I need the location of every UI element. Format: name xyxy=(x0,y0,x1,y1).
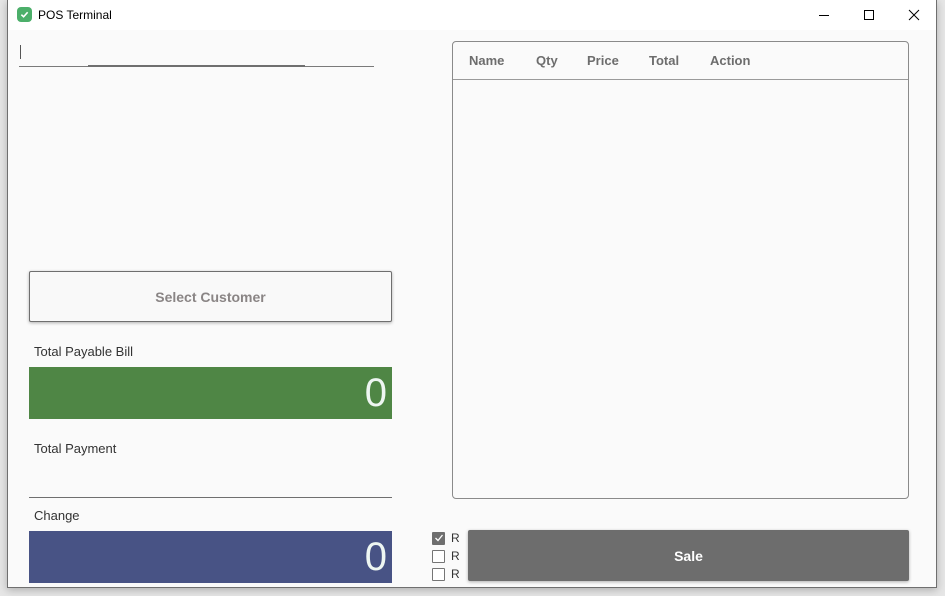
column-header-price[interactable]: Price xyxy=(587,53,619,68)
select-customer-button[interactable]: Select Customer xyxy=(29,271,392,322)
cart-table-body xyxy=(453,80,908,498)
column-header-total[interactable]: Total xyxy=(649,53,679,68)
checkbox-unchecked-icon[interactable] xyxy=(432,567,445,581)
sale-button[interactable]: Sale xyxy=(468,530,909,581)
column-header-name[interactable]: Name xyxy=(469,53,504,68)
cart-table-header: Name Qty Price Total Action xyxy=(453,42,908,80)
window-title: POS Terminal xyxy=(38,8,112,22)
title-bar[interactable]: POS Terminal xyxy=(8,0,936,30)
maximize-icon xyxy=(864,10,874,20)
option-label: R xyxy=(451,567,460,581)
minimize-button[interactable] xyxy=(801,0,847,30)
total-payable-value: 0 xyxy=(29,367,392,419)
column-header-qty[interactable]: Qty xyxy=(536,53,558,68)
text-caret xyxy=(20,45,21,59)
column-header-action[interactable]: Action xyxy=(710,53,750,68)
checkbox-unchecked-icon[interactable] xyxy=(432,549,445,563)
close-button[interactable] xyxy=(891,0,937,30)
option-checkbox-1[interactable]: R xyxy=(432,531,460,545)
checkbox-checked-icon[interactable] xyxy=(432,531,445,545)
product-search-input[interactable] xyxy=(19,40,374,67)
focus-underline xyxy=(88,65,305,67)
maximize-button[interactable] xyxy=(846,0,892,30)
pos-window: POS Terminal Select Customer Total Payab… xyxy=(7,0,937,588)
option-label: R xyxy=(451,549,460,563)
total-payment-label: Total Payment xyxy=(34,441,117,456)
option-label: R xyxy=(451,531,460,545)
change-label: Change xyxy=(34,508,80,523)
check-circle-icon xyxy=(17,7,32,22)
close-icon xyxy=(908,9,920,21)
total-payable-label: Total Payable Bill xyxy=(34,344,133,359)
minimize-icon xyxy=(819,15,829,16)
change-value: 0 xyxy=(29,531,392,583)
cart-table: Name Qty Price Total Action xyxy=(452,41,909,499)
total-payment-input[interactable] xyxy=(29,460,392,498)
option-checkbox-3[interactable]: R xyxy=(432,567,460,581)
option-checkbox-2[interactable]: R xyxy=(432,549,460,563)
